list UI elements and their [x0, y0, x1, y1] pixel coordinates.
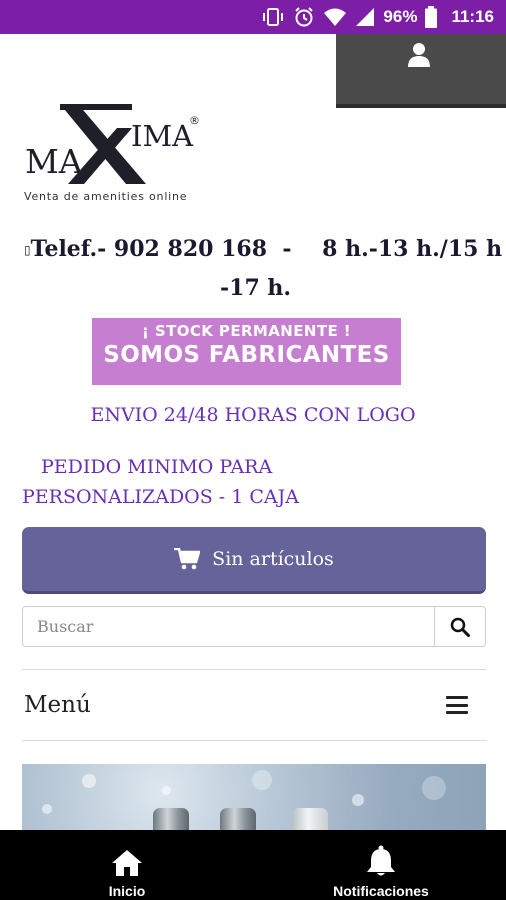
phone-line: Telef.- 902 820 168 - 8 h.-13 h./15 h — [30, 236, 503, 262]
logo-registered: ® — [189, 114, 200, 127]
alarm-icon — [295, 7, 314, 27]
battery-icon — [425, 6, 438, 28]
user-icon — [408, 43, 430, 67]
divider-bottom — [22, 740, 486, 741]
phone-hours-line2: -17 h. — [220, 275, 292, 301]
home-icon — [112, 850, 142, 876]
nav-home-label: Inicio — [108, 883, 146, 899]
contact-phone: ▯Telef.- 902 820 168 - 8 h.-13 h./15 h -… — [24, 230, 502, 307]
battery-level: 96% — [383, 7, 418, 26]
nav-home[interactable]: Inicio — [96, 830, 158, 900]
search-input[interactable] — [22, 606, 435, 647]
cart-icon — [174, 548, 201, 570]
nav-notifications[interactable]: Notificaciones — [326, 830, 436, 900]
banner-line1: ¡ STOCK PERMANENTE ! — [142, 322, 351, 340]
stock-banner: ¡ STOCK PERMANENTE ! SOMOS FABRICANTES — [92, 318, 401, 385]
cart-button[interactable]: Sin artículos — [22, 527, 486, 594]
shipping-notice: ENVIO 24/48 HORAS CON LOGO — [90, 404, 416, 426]
menu-toggle[interactable]: Menú — [22, 671, 486, 739]
status-bar: 96% 11:16 — [0, 0, 506, 34]
phone-glyph: ▯ — [24, 243, 31, 257]
logo-mark: MA IMA ® — [25, 104, 200, 184]
vibrate-icon — [263, 8, 284, 26]
minimum-order-line1: PEDIDO MINIMO PARA — [41, 456, 273, 478]
site-logo[interactable]: MA IMA ® Venta de amenities online — [22, 98, 202, 208]
logo-ima: IMA — [131, 119, 194, 153]
minimum-order-line2: PERSONALIZADOS - 1 CAJA — [22, 486, 299, 508]
signal-icon — [356, 8, 375, 26]
wifi-icon — [324, 8, 347, 26]
logo-tagline: Venta de amenities online — [24, 190, 188, 203]
search-button[interactable] — [434, 606, 486, 647]
divider-top — [22, 669, 486, 670]
account-button[interactable] — [336, 34, 506, 108]
hero-image[interactable] — [22, 764, 486, 834]
logo-ma: MA — [25, 142, 84, 181]
minimum-order-notice: PEDIDO MINIMO PARA PERSONALIZADOS - 1 CA… — [22, 452, 492, 512]
cart-label: Sin artículos — [212, 548, 334, 570]
hamburger-icon — [446, 696, 468, 714]
bottom-navigation: Inicio Notificaciones — [0, 830, 506, 900]
menu-label: Menú — [24, 692, 91, 718]
bell-icon — [367, 845, 395, 876]
clock: 11:16 — [451, 7, 494, 26]
search-icon — [450, 617, 470, 637]
nav-notifications-label: Notificaciones — [333, 883, 429, 899]
banner-line2: SOMOS FABRICANTES — [103, 342, 390, 368]
